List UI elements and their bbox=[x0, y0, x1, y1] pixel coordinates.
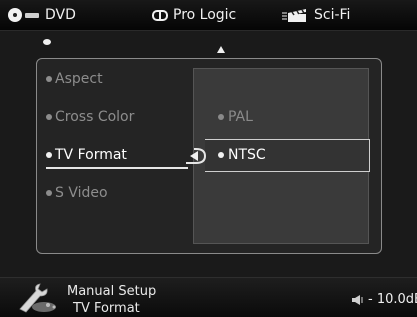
page-indicator-dot bbox=[43, 39, 51, 45]
sound-mode-label: Sci-Fi bbox=[314, 7, 351, 23]
setup-screen: DVD Pro Logic Sci-Fi Aspect Cross Color … bbox=[0, 0, 417, 317]
status-bar: DVD Pro Logic Sci-Fi bbox=[0, 0, 417, 31]
bullet-icon bbox=[46, 152, 52, 158]
menu-item-aspect[interactable]: Aspect bbox=[46, 68, 103, 90]
menu-item-label: TV Format bbox=[55, 147, 127, 163]
bullet-icon bbox=[46, 114, 52, 120]
bullet-icon bbox=[46, 76, 52, 82]
selection-connector-icon bbox=[186, 148, 207, 164]
menu-item-label: S Video bbox=[55, 185, 108, 201]
scroll-up-arrow-icon[interactable] bbox=[217, 46, 225, 53]
sound-mode-indicator: Sci-Fi bbox=[282, 0, 350, 30]
option-label: NTSC bbox=[228, 147, 266, 163]
disc-icon bbox=[8, 8, 22, 22]
footer-title: Manual Setup bbox=[67, 284, 157, 299]
menu-item-label: Cross Color bbox=[55, 109, 135, 125]
audio-mode-indicator: Pro Logic bbox=[152, 0, 236, 30]
footer-subtitle: TV Format bbox=[73, 301, 140, 316]
option-label: PAL bbox=[228, 109, 253, 125]
disc-slot-icon bbox=[25, 12, 39, 18]
volume-indicator: - 10.0dB bbox=[352, 292, 417, 307]
menu-item-cross-color[interactable]: Cross Color bbox=[46, 106, 134, 128]
bullet-icon bbox=[218, 114, 224, 120]
wrench-icon bbox=[19, 283, 56, 313]
source-label: DVD bbox=[45, 7, 76, 23]
volume-level: - 10.0dB bbox=[368, 292, 417, 307]
option-pal[interactable]: PAL bbox=[218, 106, 253, 128]
menu-item-tv-format[interactable]: TV Format bbox=[46, 144, 127, 166]
menu-item-label: Aspect bbox=[55, 71, 103, 87]
clapper-icon bbox=[282, 9, 306, 22]
audio-mode-label: Pro Logic bbox=[173, 7, 237, 23]
bullet-icon bbox=[46, 190, 52, 196]
speaker-icon bbox=[352, 294, 363, 305]
bullet-icon bbox=[218, 152, 224, 158]
option-ntsc[interactable]: NTSC bbox=[218, 144, 266, 166]
dolby-icon bbox=[152, 9, 168, 21]
menu-item-s-video[interactable]: S Video bbox=[46, 182, 108, 204]
selection-underline bbox=[46, 167, 188, 169]
source-indicator: DVD bbox=[8, 0, 76, 30]
